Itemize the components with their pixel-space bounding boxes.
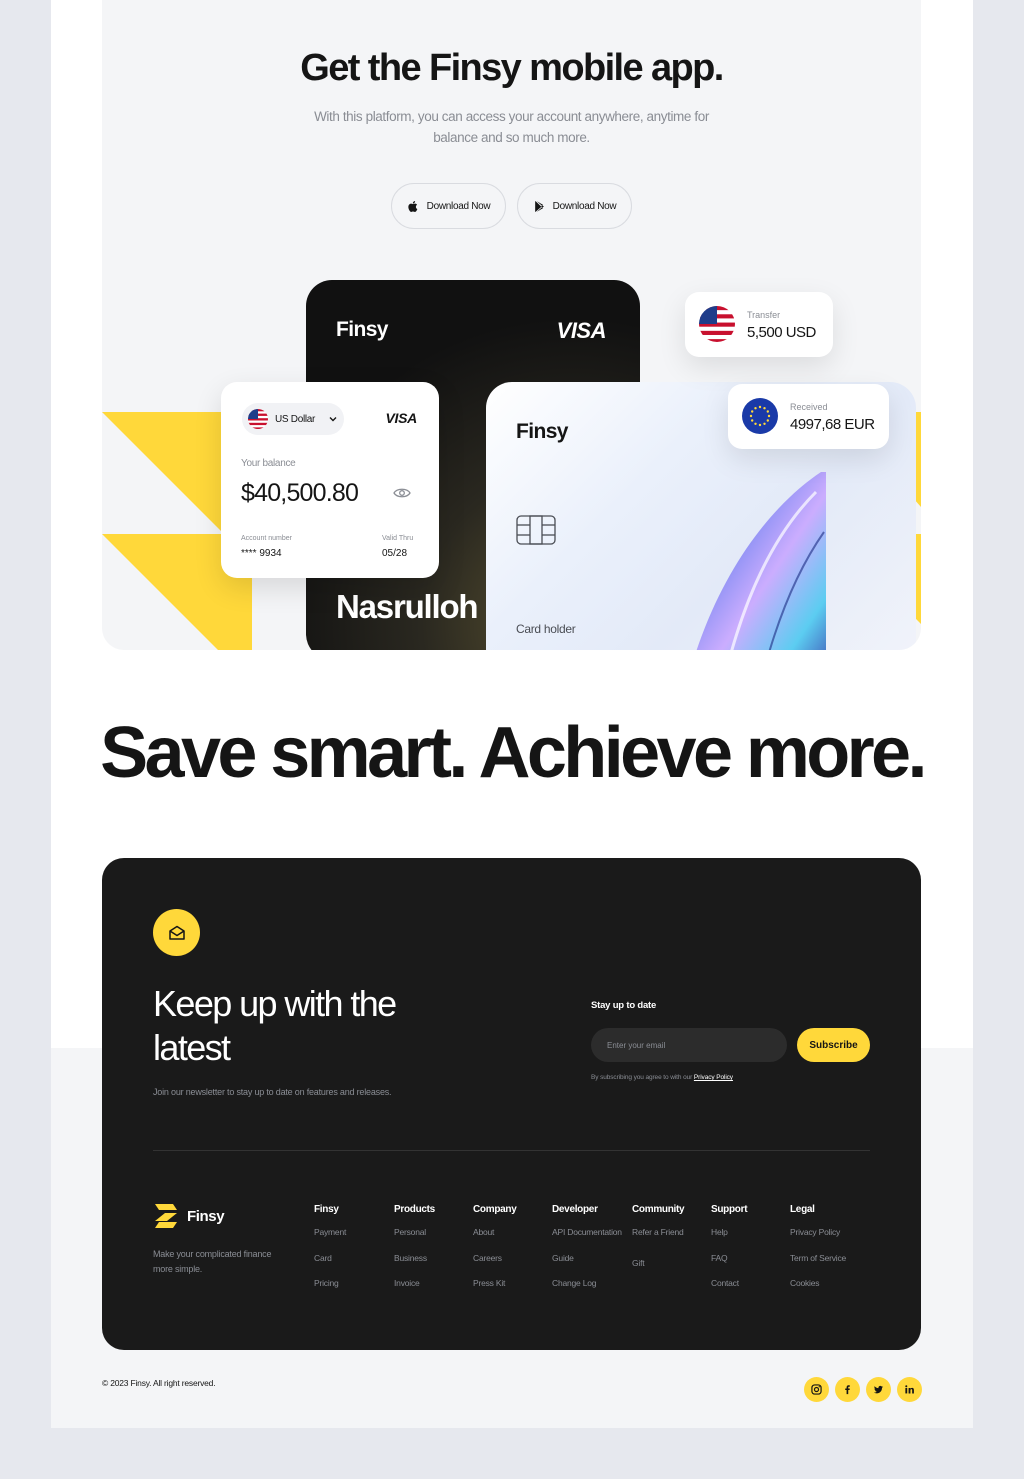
transfer-notification: Transfer 5,500 USD xyxy=(685,292,833,357)
newsletter-title: Keep up with the latest xyxy=(153,983,397,1068)
received-amount: 4997,68 EUR xyxy=(790,416,875,433)
footer-logo[interactable]: Finsy xyxy=(153,1203,225,1229)
envelope-open-icon xyxy=(168,925,185,940)
footer-column-heading: Finsy xyxy=(314,1204,339,1215)
footer-column-heading: Products xyxy=(394,1204,435,1215)
footer-column-company: Company About Careers Press Kit xyxy=(473,1204,517,1304)
balance-card-visa-logo: VISA xyxy=(385,410,418,426)
linkedin-icon xyxy=(905,1385,914,1394)
app-promo-title: Get the Finsy mobile app. xyxy=(300,47,724,89)
footer-link-invoice[interactable]: Invoice xyxy=(394,1278,435,1304)
currency-label: US Dollar xyxy=(275,413,316,425)
footer-tagline: Make your complicated finance more simpl… xyxy=(153,1249,272,1274)
footer-link-business[interactable]: Business xyxy=(394,1253,435,1279)
app-promo-section: Get the Finsy mobile app. With this plat… xyxy=(102,0,921,650)
transfer-amount: 5,500 USD xyxy=(747,324,816,341)
us-flag-icon xyxy=(248,409,268,429)
currency-selector[interactable]: US Dollar xyxy=(242,403,344,435)
footer-column-heading: Company xyxy=(473,1204,517,1215)
email-input[interactable] xyxy=(591,1028,787,1062)
app-promo-subtitle: With this platform, you can access your … xyxy=(314,109,709,145)
app-store-download-button[interactable]: Download Now xyxy=(391,183,506,229)
footer-column-heading: Developer xyxy=(552,1204,598,1215)
instagram-icon xyxy=(811,1384,822,1395)
footer-brand-name: Finsy xyxy=(187,1207,225,1225)
newsletter-subtitle: Join our newsletter to stay up to date o… xyxy=(153,1087,392,1097)
footer-link-api-documentation[interactable]: API Documentation xyxy=(552,1227,622,1253)
account-number-label: Account number xyxy=(241,535,292,542)
balance-label: Your balance xyxy=(241,458,296,469)
footer-link-careers[interactable]: Careers xyxy=(473,1253,516,1279)
received-notification: Received 4997,68 EUR xyxy=(728,384,889,449)
us-flag-icon xyxy=(699,306,735,342)
light-card-holder-label: Card holder xyxy=(516,622,576,636)
balance-card: US Dollar VISA Your balance $40,500.80 A… xyxy=(221,382,439,578)
play-store-download-button[interactable]: Download Now xyxy=(517,183,632,229)
play-store-download-label: Download Now xyxy=(552,200,617,212)
finsy-logo-icon xyxy=(155,1204,177,1228)
footer-link-help[interactable]: Help xyxy=(711,1227,747,1253)
footer-column-developer: Developer API Documentation Guide Change… xyxy=(552,1204,622,1304)
footer-link-press-kit[interactable]: Press Kit xyxy=(473,1278,516,1304)
footer-link-contact[interactable]: Contact xyxy=(711,1278,747,1304)
card-chip-icon xyxy=(516,515,556,545)
chevron-down-icon xyxy=(329,417,337,422)
footer-column-heading: Community xyxy=(632,1204,685,1215)
footer-link-gift[interactable]: Gift xyxy=(632,1258,684,1284)
account-number: **** 9934 xyxy=(241,548,282,559)
mail-icon-badge xyxy=(153,909,200,956)
twitter-icon xyxy=(873,1385,884,1394)
balance-amount: $40,500.80 xyxy=(241,479,359,507)
footer-link-guide[interactable]: Guide xyxy=(552,1253,622,1279)
footer-link-faq[interactable]: FAQ xyxy=(711,1253,747,1279)
footer-column-legal: Legal Privacy Policy Term of Service Coo… xyxy=(790,1204,846,1304)
linkedin-link[interactable] xyxy=(897,1377,922,1402)
footer-column-finsy: Finsy Payment Card Pricing xyxy=(314,1204,346,1304)
footer-link-term-of-service[interactable]: Term of Service xyxy=(790,1253,846,1279)
stay-up-to-date-label: Stay up to date xyxy=(591,1000,657,1011)
privacy-policy-link[interactable]: Privacy Policy xyxy=(694,1074,733,1081)
slogan-heading: Save smart. Achieve more. xyxy=(100,713,927,793)
subscribe-button[interactable]: Subscribe xyxy=(797,1028,870,1062)
apple-icon xyxy=(408,200,418,212)
received-label: Received xyxy=(790,402,828,412)
footer-link-pricing[interactable]: Pricing xyxy=(314,1278,346,1304)
instagram-link[interactable] xyxy=(804,1377,829,1402)
black-card-holder-name: Nasrulloh xyxy=(336,588,479,625)
black-card-brand: Finsy xyxy=(336,318,388,341)
light-card-brand: Finsy xyxy=(516,420,568,443)
footer-column-heading: Support xyxy=(711,1204,748,1215)
eu-flag-icon xyxy=(742,398,778,434)
footer-link-personal[interactable]: Personal xyxy=(394,1227,435,1253)
footer-column-products: Products Personal Business Invoice xyxy=(394,1204,435,1304)
valid-thru-date: 05/28 xyxy=(382,548,408,559)
app-store-download-label: Download Now xyxy=(426,200,491,212)
eye-icon[interactable] xyxy=(393,486,411,500)
footer-link-change-log[interactable]: Change Log xyxy=(552,1278,622,1304)
footer-column-heading: Legal xyxy=(790,1204,815,1215)
footer-link-cookies[interactable]: Cookies xyxy=(790,1278,846,1304)
black-card-visa-logo: VISA xyxy=(556,318,607,343)
footer-link-privacy-policy[interactable]: Privacy Policy xyxy=(790,1227,846,1253)
footer-link-payment[interactable]: Payment xyxy=(314,1227,346,1253)
holographic-wave-graphic xyxy=(696,472,826,650)
facebook-link[interactable] xyxy=(835,1377,860,1402)
valid-thru-label: Valid Thru xyxy=(382,535,414,542)
agreement-text: By subscribing you agree to with our xyxy=(591,1074,693,1081)
footer-link-card[interactable]: Card xyxy=(314,1253,346,1279)
page: Get the Finsy mobile app. With this plat… xyxy=(51,0,973,1428)
subscribe-agreement: By subscribing you agree to with our Pri… xyxy=(591,1074,733,1081)
footer-link-about[interactable]: About xyxy=(473,1227,516,1253)
twitter-link[interactable] xyxy=(866,1377,891,1402)
newsletter-footer-section: Keep up with the latest Join our newslet… xyxy=(102,858,921,1350)
footer-link-refer-a-friend[interactable]: Refer a Friend xyxy=(632,1227,684,1253)
facebook-icon xyxy=(845,1385,850,1395)
copyright-text: © 2023 Finsy. All right reserved. xyxy=(102,1378,216,1388)
footer-column-community: Community Refer a Friend Gift xyxy=(632,1204,685,1284)
footer-divider xyxy=(153,1150,870,1151)
play-store-icon xyxy=(534,200,544,212)
footer-column-support: Support Help FAQ Contact xyxy=(711,1204,748,1304)
transfer-label: Transfer xyxy=(747,310,781,320)
